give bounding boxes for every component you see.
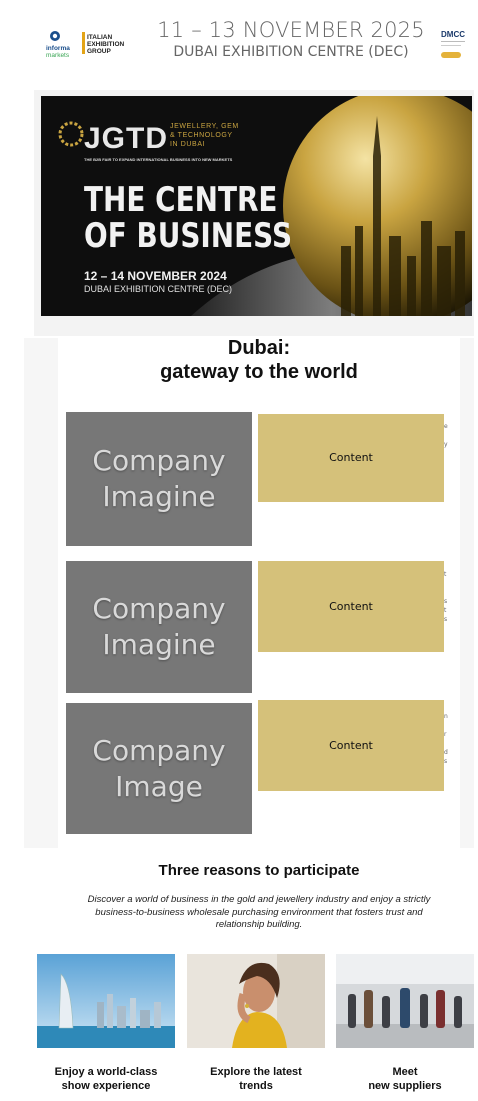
reasons-description: Discover a world of business in the gold…: [87, 894, 431, 930]
edge-char: [444, 579, 447, 588]
section-title-line: gateway to the world: [160, 361, 358, 383]
company-image-placeholder[interactable]: Company Imagine: [66, 561, 252, 693]
company-image-text: Company: [92, 592, 226, 625]
banner-tagline-line: & TECHNOLOGY: [170, 132, 233, 139]
banner-brand-tagline: JEWELLERY, GEM & TECHNOLOGY IN DUBAI: [170, 122, 239, 149]
informa-markets-logo[interactable]: informa markets: [46, 28, 76, 59]
woman-jewellery-photo[interactable]: [187, 954, 325, 1048]
svg-text:ITALIAN: ITALIAN: [87, 34, 112, 41]
company-image-placeholder[interactable]: Company Image: [66, 703, 252, 834]
banner-headline-line: THE CENTRE: [84, 180, 278, 220]
banner-strapline: THE B2B FAIR TO EXPAND INTERNATIONAL BUS…: [84, 157, 233, 162]
edge-char: [444, 588, 447, 597]
reason-label-line: Enjoy a world-class: [54, 1066, 158, 1078]
edge-char: [444, 431, 448, 440]
edge-char: s: [444, 758, 448, 765]
truncated-text-edge: e y: [444, 422, 448, 449]
content-box: Content: [258, 561, 444, 652]
banner-headline: THE CENTRE OF BUSINESS: [84, 182, 292, 254]
reason-label-line: show experience: [61, 1080, 151, 1092]
edge-char: s: [444, 598, 448, 605]
edge-char: t: [444, 571, 447, 578]
banner-dates: 12 – 14 NOVEMBER 2024: [84, 269, 227, 283]
reason-label-line: Meet: [392, 1066, 418, 1078]
reason-label-experience: Enjoy a world-class show experience: [36, 1065, 176, 1093]
italian-exhibition-group-logo[interactable]: ITALIAN EXHIBITION GROUP: [82, 32, 134, 56]
event-venue: DUBAI EXHIBITION CENTRE (DEC): [173, 44, 409, 60]
section-title: Dubai: gateway to the world: [58, 336, 460, 384]
edge-char: [444, 739, 448, 748]
expo-crowd-photo[interactable]: [336, 954, 474, 1048]
banner-brand: JGTD: [84, 122, 169, 155]
banner-headline-line: OF BUSINESS: [84, 216, 293, 256]
edge-char: n: [444, 713, 448, 720]
banner-tagline-line: JEWELLERY, GEM: [170, 123, 239, 130]
dubai-skyline-photo[interactable]: [37, 954, 175, 1048]
svg-text:GROUP: GROUP: [87, 48, 112, 55]
edge-char: s: [444, 616, 448, 623]
event-dates: 11 – 13 NOVEMBER 2025: [157, 18, 425, 42]
company-image-text: Imagine: [102, 480, 216, 513]
edge-char: y: [444, 441, 448, 448]
banner-venue: DUBAI EXHIBITION CENTRE (DEC): [84, 284, 233, 294]
reason-label-trends: Explore the latest trends: [186, 1065, 326, 1093]
company-image-placeholder[interactable]: Company Imagine: [66, 412, 252, 546]
edge-char: t: [444, 607, 447, 614]
truncated-text-edge: n r d s: [444, 712, 448, 766]
company-image-text: Image: [115, 769, 203, 803]
edge-char: [444, 721, 448, 730]
dmcc-logo[interactable]: DMCC: [440, 28, 468, 62]
reason-label-line: new suppliers: [368, 1080, 442, 1092]
company-image-text: Imagine: [102, 628, 216, 661]
content-box: Content: [258, 700, 444, 791]
svg-text:EXHIBITION: EXHIBITION: [87, 41, 125, 48]
svg-text:markets: markets: [46, 52, 70, 58]
section-title-line: Dubai:: [227, 337, 291, 359]
company-image-text: Company: [92, 733, 226, 767]
company-image-text: Company: [92, 444, 226, 477]
svg-text:informa: informa: [46, 45, 70, 52]
svg-text:DMCC: DMCC: [441, 30, 465, 39]
edge-char: r: [444, 731, 447, 738]
truncated-text-edge: t s t s: [444, 570, 447, 624]
banner-tagline-line: IN DUBAI: [170, 141, 206, 148]
reason-label-line: trends: [239, 1080, 273, 1092]
reasons-title: Three reasons to participate: [158, 862, 360, 879]
reason-label-suppliers: Meet new suppliers: [335, 1065, 475, 1093]
edge-char: d: [444, 749, 448, 756]
content-box: Content: [258, 414, 444, 502]
edge-char: e: [444, 423, 448, 430]
reason-label-line: Explore the latest: [210, 1066, 302, 1078]
